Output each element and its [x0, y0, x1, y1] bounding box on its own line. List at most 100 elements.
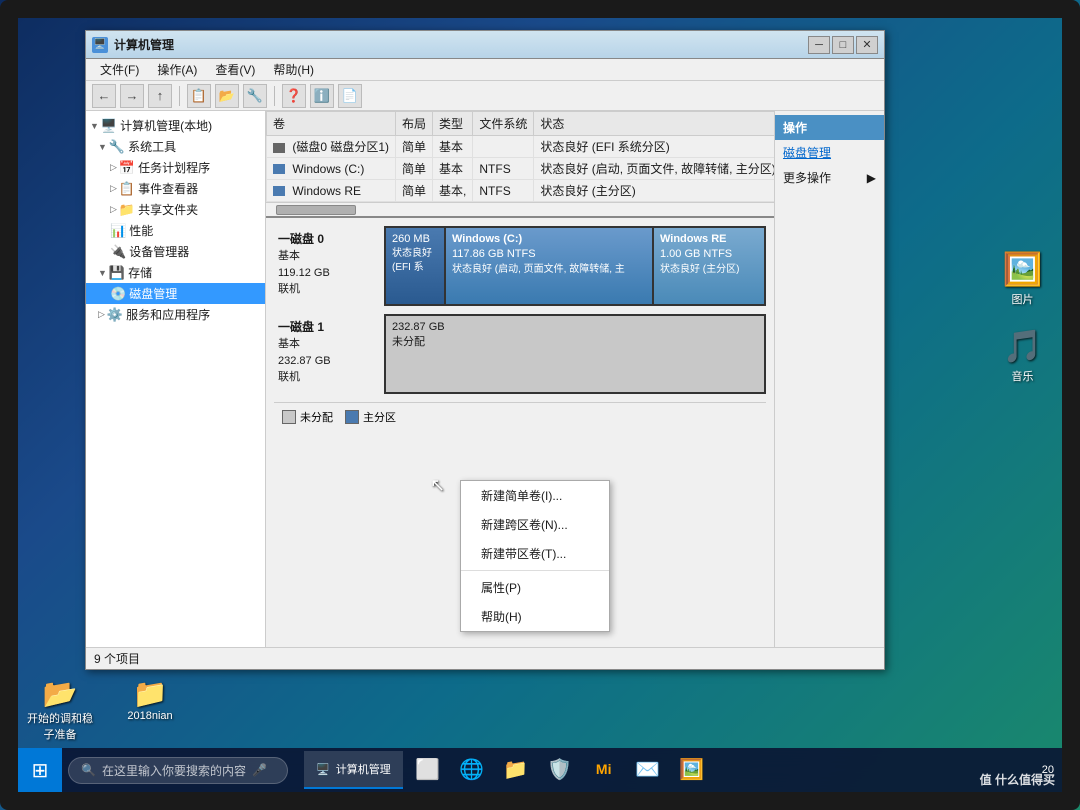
- mic-icon: 🎤: [252, 763, 267, 777]
- disk0-windows-re-partition[interactable]: Windows RE 1.00 GB NTFS 状态良好 (主分区): [654, 228, 764, 304]
- ctx-new-simple[interactable]: 新建简单卷(I)...: [461, 481, 609, 510]
- ctx-separator: [461, 570, 609, 571]
- event-icon: 📋: [119, 181, 135, 197]
- properties-button[interactable]: 📋: [187, 84, 211, 108]
- taskbar-app-explorer[interactable]: 📁: [495, 751, 537, 789]
- table-body: (磁盘0 磁盘分区1) 简单 基本 状态良好 (EFI 系统分区) 260 MB…: [267, 136, 775, 202]
- winc-status: 状态良好 (启动, 页面文件, 故障转储, 主: [452, 263, 646, 277]
- open-button[interactable]: 📂: [215, 84, 239, 108]
- row1-fs: NTFS: [473, 158, 534, 180]
- row1-layout: 简单: [396, 158, 433, 180]
- disk-legend: 未分配 主分区: [274, 402, 766, 431]
- taskbar-search[interactable]: 🔍 在这里输入你要搜索的内容 🎤: [68, 757, 288, 784]
- row0-name: (磁盘0 磁盘分区1): [267, 136, 396, 158]
- tree-item-disk-management[interactable]: 💿 磁盘管理: [86, 283, 265, 304]
- disk0-partitions: 260 MB 状态良好 (EFI 系 Windows (C:) 117.86 G…: [384, 226, 766, 306]
- tree-item-storage[interactable]: ▼ 💾 存储: [86, 262, 265, 283]
- pictures-icon: 🖼️: [1003, 250, 1043, 288]
- desktop-icon-music[interactable]: 🎵 音乐: [990, 327, 1055, 384]
- title-bar-left: 🖥️ 计算机管理: [92, 36, 174, 53]
- disk1-unallocated-partition[interactable]: 232.87 GB 未分配: [386, 316, 764, 392]
- bottom-label-1[interactable]: 📁 2018nian: [115, 677, 185, 742]
- taskbar-app-photos[interactable]: 🖼️: [671, 751, 713, 789]
- menu-bar: 文件(F) 操作(A) 查看(V) 帮助(H): [86, 59, 884, 81]
- tree-item-shared-folders[interactable]: ▷ 📁 共享文件夹: [86, 199, 265, 220]
- tree-item-event-viewer[interactable]: ▷ 📋 事件查看器: [86, 178, 265, 199]
- desktop-icon-pictures[interactable]: 🖼️ 图片: [990, 250, 1055, 307]
- taskbar-app-taskview[interactable]: ⬜: [407, 751, 449, 789]
- toggle-system: ▼: [98, 142, 107, 152]
- ctx-new-spanned[interactable]: 新建跨区卷(N)...: [461, 510, 609, 539]
- disk0-windows-c-partition[interactable]: Windows (C:) 117.86 GB NTFS 状态良好 (启动, 页面…: [446, 228, 654, 304]
- disk1-row: 一磁盘 1 基本 232.87 GB 联机 232.87 GB 未分配: [274, 314, 766, 394]
- tree-item-device-manager[interactable]: 🔌 设备管理器: [86, 241, 265, 262]
- toolbar-separator-1: [179, 86, 180, 106]
- table-scroll: 卷 布局 类型 文件系统 状态 容量 可: [266, 111, 774, 202]
- table-header: 卷 布局 类型 文件系统 状态 容量 可: [267, 112, 775, 136]
- more-actions-label: 更多操作: [783, 169, 831, 186]
- menu-file[interactable]: 文件(F): [92, 59, 147, 80]
- settings-button[interactable]: 🔧: [243, 84, 267, 108]
- close-button[interactable]: ✕: [856, 36, 878, 54]
- taskbar-window-computer-mgmt[interactable]: 🖥️ 计算机管理: [304, 751, 403, 789]
- toolbar: ← → ↑ 📋 📂 🔧 ❓ ℹ️ 📄: [86, 81, 884, 111]
- menu-help[interactable]: 帮助(H): [265, 59, 322, 80]
- winre-size: 1.00 GB NTFS: [660, 247, 758, 262]
- ctx-help[interactable]: 帮助(H): [461, 602, 609, 631]
- disk1-partitions: 232.87 GB 未分配: [384, 314, 766, 394]
- tree-item-system-tools[interactable]: ▼ 🔧 系统工具: [86, 136, 265, 157]
- forward-button[interactable]: →: [120, 84, 144, 108]
- ctx-properties[interactable]: 属性(P): [461, 573, 609, 602]
- table-row[interactable]: (磁盘0 磁盘分区1) 简单 基本 状态良好 (EFI 系统分区) 260 MB…: [267, 136, 775, 158]
- hscroll-thumb[interactable]: [276, 205, 356, 215]
- root-icon: 🖥️: [101, 118, 117, 134]
- menu-view[interactable]: 查看(V): [207, 59, 263, 80]
- extra-button[interactable]: 📄: [338, 84, 362, 108]
- disk0-label: 一磁盘 0 基本 119.12 GB 联机: [274, 226, 384, 306]
- winre-name: Windows RE: [660, 232, 758, 247]
- restore-button[interactable]: □: [832, 36, 854, 54]
- up-button[interactable]: ↑: [148, 84, 172, 108]
- taskbar-app-mail[interactable]: ✉️: [627, 751, 669, 789]
- tree-item-services[interactable]: ▷ ⚙️ 服务和应用程序: [86, 304, 265, 325]
- help-button[interactable]: ❓: [282, 84, 306, 108]
- start-button[interactable]: ⊞: [18, 748, 62, 792]
- menu-action[interactable]: 操作(A): [149, 59, 205, 80]
- table-row[interactable]: Windows RE 简单 基本, NTFS 状态良好 (主分区) 1.00 G…: [267, 180, 775, 202]
- storage-icon: 💾: [109, 265, 125, 281]
- disk0-name: 一磁盘 0: [278, 230, 380, 248]
- tree-item-root[interactable]: ▼ 🖥️ 计算机管理(本地): [86, 115, 265, 136]
- table-hscroll[interactable]: [266, 202, 774, 216]
- disk0-efi-partition[interactable]: 260 MB 状态良好 (EFI 系: [386, 228, 446, 304]
- info-button[interactable]: ℹ️: [310, 84, 334, 108]
- music-icon: 🎵: [1003, 327, 1043, 365]
- toggle-storage: ▼: [98, 268, 107, 278]
- legend-primary-box: [345, 410, 359, 424]
- row1-type: 基本: [433, 158, 473, 180]
- legend-unallocated: 未分配: [282, 409, 333, 425]
- taskbar-app-shield[interactable]: 🛡️: [539, 751, 581, 789]
- unalloc-size: 232.87 GB: [392, 320, 758, 335]
- row1-status: 状态良好 (启动, 页面文件, 故障转储, 主分区): [534, 158, 774, 180]
- taskbar-app-edge[interactable]: 🌐: [451, 751, 493, 789]
- minimize-button[interactable]: ─: [808, 36, 830, 54]
- col-type: 类型: [433, 112, 473, 136]
- search-icon: 🔍: [81, 763, 96, 777]
- legend-unallocated-box: [282, 410, 296, 424]
- toggle-event: ▷: [110, 183, 117, 194]
- toolbar-separator-2: [274, 86, 275, 106]
- root-label: 计算机管理(本地): [120, 117, 212, 134]
- event-label: 事件查看器: [138, 180, 198, 197]
- back-button[interactable]: ←: [92, 84, 116, 108]
- disk1-size: 232.87 GB: [278, 353, 380, 370]
- bottom-label-0[interactable]: 📂 开始的调和稳 子准备: [25, 677, 95, 742]
- tree-item-task-scheduler[interactable]: ▷ 📅 任务计划程序: [86, 157, 265, 178]
- table-row[interactable]: Windows (C:) 简单 基本 NTFS 状态良好 (启动, 页面文件, …: [267, 158, 775, 180]
- action-more[interactable]: 更多操作 ▶: [775, 165, 884, 190]
- ctx-new-striped[interactable]: 新建带区卷(T)...: [461, 539, 609, 568]
- tree-item-performance[interactable]: 📊 性能: [86, 220, 265, 241]
- action-disk-management[interactable]: 磁盘管理: [775, 140, 884, 165]
- title-buttons: ─ □ ✕: [808, 36, 878, 54]
- context-menu: 新建简单卷(I)... 新建跨区卷(N)... 新建带区卷(T)... 属性(P…: [460, 480, 610, 632]
- taskbar-app-mi[interactable]: Mi: [583, 751, 625, 789]
